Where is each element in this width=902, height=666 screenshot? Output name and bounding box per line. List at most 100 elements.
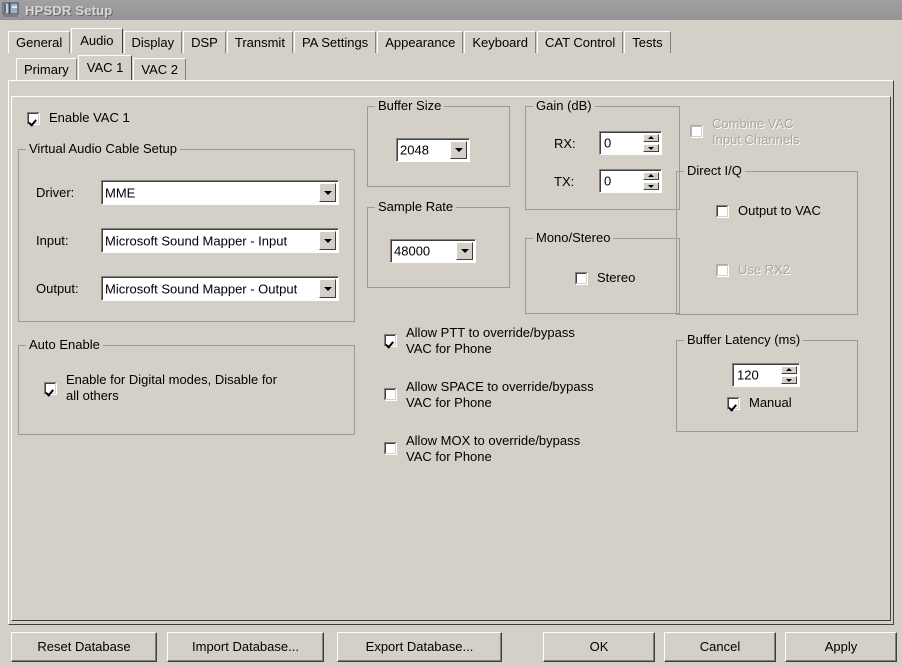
tab-cat-control[interactable]: CAT Control [536, 31, 624, 53]
window-title: HPSDR Setup [25, 2, 113, 18]
allow-ptt-override-label: Allow PTT to override/bypass VAC for Pho… [406, 325, 575, 356]
spinner-down-icon[interactable] [643, 144, 659, 152]
virtual-audio-cable-setup-title: Virtual Audio Cable Setup [26, 142, 180, 156]
gain-rx-value: 0 [604, 135, 612, 151]
use-rx2-checkbox [716, 264, 729, 277]
buffer-size-combobox[interactable]: 2048 [396, 138, 470, 162]
input-value: Microsoft Sound Mapper - Input [105, 233, 288, 248]
tab-tests-label: Tests [632, 35, 663, 50]
tab-appearance-label: Appearance [385, 35, 456, 50]
buffer-latency-group: Buffer Latency (ms) 120 Manual [676, 333, 858, 432]
driver-combobox[interactable]: MME [101, 180, 339, 205]
tab-general-label: General [16, 35, 63, 50]
hpsdr-setup-window: HPSDR Setup General Audio Display DSP Transm… [0, 0, 902, 666]
stereo-checkbox[interactable] [575, 272, 588, 285]
tab-vac2-label: VAC 2 [141, 62, 178, 77]
sample-rate-group: Sample Rate 48000 [367, 200, 510, 288]
gain-tx-value: 0 [604, 173, 612, 189]
output-combobox[interactable]: Microsoft Sound Mapper - Output [101, 276, 339, 301]
output-label: Output: [36, 281, 79, 296]
driver-value: MME [105, 185, 136, 200]
tab-vac2[interactable]: VAC 2 [133, 58, 186, 80]
spinner-up-icon[interactable] [643, 172, 659, 180]
tab-pa-settings[interactable]: PA Settings [293, 31, 377, 53]
tab-container: General Audio Display DSP Transmit PA Setting… [8, 28, 894, 625]
spinner-down-icon[interactable] [781, 376, 797, 384]
chevron-down-icon[interactable] [319, 279, 336, 298]
combine-vac-input-channels-checkbox [690, 125, 703, 138]
title-bar[interactable]: HPSDR Setup [0, 0, 902, 20]
tab-transmit[interactable]: Transmit [226, 31, 293, 53]
tab-page-vac1: Enable VAC 1 Virtual Audio Cable Setup D… [11, 96, 891, 621]
ok-button[interactable]: OK [543, 632, 655, 662]
gain-group: Gain (dB) RX: 0 TX: 0 [525, 99, 680, 210]
chevron-down-icon[interactable] [450, 141, 467, 159]
tab-audio-label: Audio [80, 33, 114, 48]
spinner-up-icon[interactable] [643, 134, 659, 142]
mono-stereo-title: Mono/Stereo [533, 231, 614, 245]
auto-enable-digital-checkbox[interactable] [44, 382, 57, 395]
use-rx2-label: Use RX2 [738, 262, 791, 277]
enable-vac1-checkbox[interactable] [27, 112, 40, 125]
gain-tx-spinner[interactable]: 0 [599, 169, 662, 193]
allow-mox-override-label: Allow MOX to override/bypass VAC for Pho… [406, 433, 581, 464]
tab-keyboard[interactable]: Keyboard [464, 31, 536, 53]
tab-vac1-label: VAC 1 [86, 60, 124, 75]
input-label: Input: [36, 233, 69, 248]
driver-label: Driver: [36, 185, 75, 200]
tab-audio[interactable]: Audio [71, 28, 123, 53]
buffer-latency-value: 120 [737, 367, 759, 383]
spinner-up-icon[interactable] [781, 366, 797, 374]
tab-general[interactable]: General [8, 31, 71, 53]
buffer-size-group: Buffer Size 2048 [367, 99, 510, 187]
gain-title: Gain (dB) [533, 99, 595, 113]
direct-iq-group: Direct I/Q Output to VAC Use RX2 [676, 164, 858, 315]
direct-iq-title: Direct I/Q [684, 164, 745, 178]
spinner-down-icon[interactable] [643, 182, 659, 190]
auto-enable-title: Auto Enable [26, 338, 103, 352]
buffer-latency-manual-label: Manual [749, 395, 792, 410]
tab-dsp[interactable]: DSP [183, 31, 226, 53]
auto-enable-digital-label: Enable for Digital modes, Disable for al… [66, 372, 277, 403]
gain-rx-label: RX: [554, 136, 576, 151]
tab-transmit-label: Transmit [234, 35, 285, 50]
allow-space-override-label: Allow SPACE to override/bypass VAC for P… [406, 379, 594, 410]
input-combobox[interactable]: Microsoft Sound Mapper - Input [101, 228, 339, 253]
tab-keyboard-label: Keyboard [472, 35, 528, 50]
buffer-latency-title: Buffer Latency (ms) [684, 333, 804, 347]
tab-page-audio: Enable VAC 1 Virtual Audio Cable Setup D… [8, 80, 894, 625]
reset-database-button[interactable]: Reset Database [11, 632, 157, 662]
cancel-button[interactable]: Cancel [664, 632, 776, 662]
footer-button-bar: Reset Database Import Database... Export… [0, 628, 902, 666]
import-database-button[interactable]: Import Database... [167, 632, 324, 662]
allow-mox-override-checkbox[interactable] [384, 442, 397, 455]
gain-rx-spinner[interactable]: 0 [599, 131, 662, 155]
tab-dsp-label: DSP [191, 35, 218, 50]
chevron-down-icon[interactable] [319, 183, 336, 202]
sample-rate-combobox[interactable]: 48000 [390, 239, 476, 263]
tab-tests[interactable]: Tests [624, 31, 671, 53]
allow-ptt-override-checkbox[interactable] [384, 334, 397, 347]
output-to-vac-checkbox[interactable] [716, 205, 729, 218]
allow-space-override-checkbox[interactable] [384, 388, 397, 401]
primary-tab-row: General Audio Display DSP Transmit PA Setting… [8, 28, 672, 54]
auto-enable-group: Auto Enable Enable for Digital modes, Di… [18, 338, 355, 435]
buffer-latency-spinner[interactable]: 120 [732, 363, 800, 387]
tab-display-label: Display [131, 35, 175, 50]
tab-vac1[interactable]: VAC 1 [77, 55, 133, 80]
mono-stereo-group: Mono/Stereo Stereo [525, 231, 680, 314]
apply-button[interactable]: Apply [785, 632, 897, 662]
chevron-down-icon[interactable] [456, 242, 473, 260]
export-database-button[interactable]: Export Database... [337, 632, 502, 662]
buffer-latency-manual-checkbox[interactable] [727, 397, 740, 410]
sample-rate-title: Sample Rate [375, 200, 457, 214]
chevron-down-icon[interactable] [319, 231, 336, 250]
tab-primary[interactable]: Primary [16, 58, 77, 80]
tab-appearance[interactable]: Appearance [377, 31, 464, 53]
enable-vac1-label: Enable VAC 1 [49, 110, 130, 125]
buffer-size-value: 2048 [400, 142, 429, 158]
combine-vac-input-channels-label: Combine VAC Input Channels [712, 116, 800, 147]
tab-display[interactable]: Display [123, 31, 183, 53]
gain-tx-label: TX: [554, 174, 575, 189]
stereo-label: Stereo [597, 270, 636, 285]
